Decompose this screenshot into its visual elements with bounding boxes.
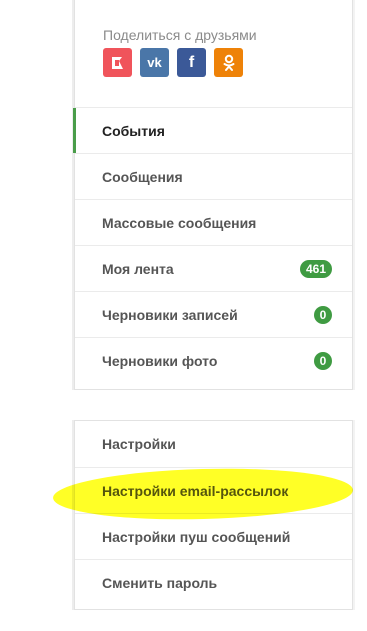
vk-icon: vk: [147, 55, 162, 70]
menu-item-label: Настройки пуш сообщений: [102, 528, 291, 545]
menu-item-events[interactable]: События: [73, 107, 352, 153]
settings-menu: Настройки Настройки email-рассылок Настр…: [75, 421, 352, 605]
menu-item-change-password[interactable]: Сменить пароль: [75, 559, 352, 605]
count-badge: 0: [314, 351, 332, 370]
odnoklassniki-share-button[interactable]: [214, 48, 243, 77]
flag-share-icon: [110, 55, 126, 71]
menu-item-photo-drafts[interactable]: Черновики фото 0: [75, 337, 352, 383]
menu-item-label: Настройки email-рассылок: [102, 482, 289, 499]
facebook-share-button[interactable]: f: [177, 48, 206, 77]
menu-item-label: Черновики фото: [102, 352, 218, 369]
profile-menu: События Сообщения Массовые сообщения Моя…: [73, 107, 352, 383]
menu-item-label: Черновики записей: [102, 306, 238, 323]
menu-item-post-drafts[interactable]: Черновики записей 0: [75, 291, 352, 337]
menu-item-email-settings[interactable]: Настройки email-рассылок: [75, 467, 352, 513]
menu-item-mass-messages[interactable]: Массовые сообщения: [75, 199, 352, 245]
menu-item-my-feed[interactable]: Моя лента 461: [75, 245, 352, 291]
count-badge: 461: [299, 259, 332, 278]
settings-menu-card: Настройки Настройки email-рассылок Настр…: [74, 420, 353, 610]
menu-item-push-settings[interactable]: Настройки пуш сообщений: [75, 513, 352, 559]
menu-item-settings[interactable]: Настройки: [75, 421, 352, 467]
facebook-icon: f: [188, 53, 195, 71]
menu-item-messages[interactable]: Сообщения: [75, 153, 352, 199]
page: Поделиться с друзьями vk f События Сообщ…: [0, 0, 367, 631]
menu-item-label: Сменить пароль: [102, 574, 218, 591]
vk-share-button[interactable]: vk: [140, 48, 169, 77]
flag-share-button[interactable]: [103, 48, 132, 77]
count-badge: 0: [314, 305, 332, 324]
odnoklassniki-icon: [222, 54, 236, 72]
menu-item-label: Настройки: [102, 436, 176, 452]
menu-item-label: Сообщения: [102, 168, 183, 185]
share-label: Поделиться с друзьями: [103, 27, 257, 43]
menu-item-label: Моя лента: [102, 260, 174, 277]
menu-item-label: События: [102, 122, 165, 139]
menu-item-label: Массовые сообщения: [102, 214, 257, 231]
social-share-row: vk f: [103, 48, 243, 77]
profile-menu-card: Поделиться с друзьями vk f События Сообщ…: [73, 0, 353, 390]
